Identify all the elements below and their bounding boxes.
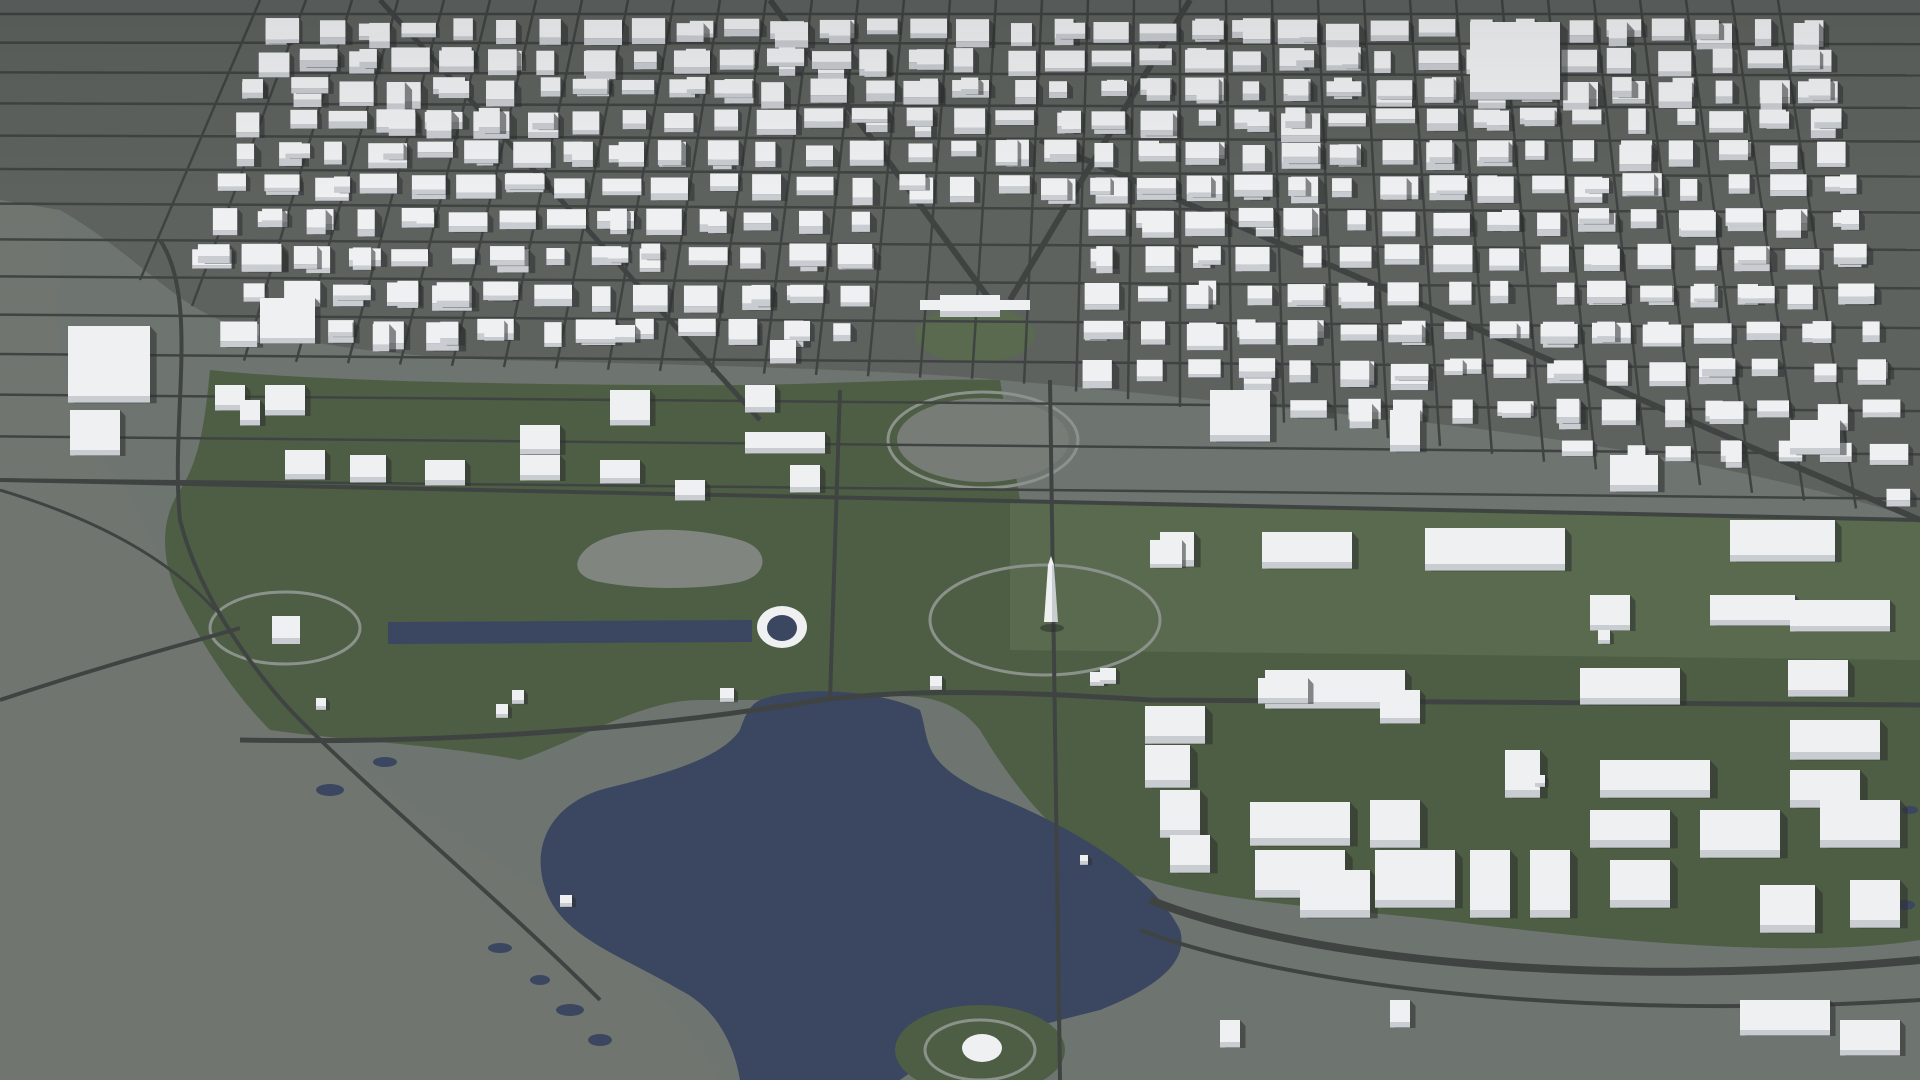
world-war-ii-pool	[767, 615, 797, 641]
jefferson-memorial	[962, 1034, 1002, 1062]
reflecting-pool	[388, 620, 752, 644]
city-3d-map	[0, 0, 1920, 1080]
haze	[0, 0, 1920, 200]
lincoln-memorial	[272, 616, 300, 644]
the-ellipse-lawn	[897, 398, 1069, 482]
